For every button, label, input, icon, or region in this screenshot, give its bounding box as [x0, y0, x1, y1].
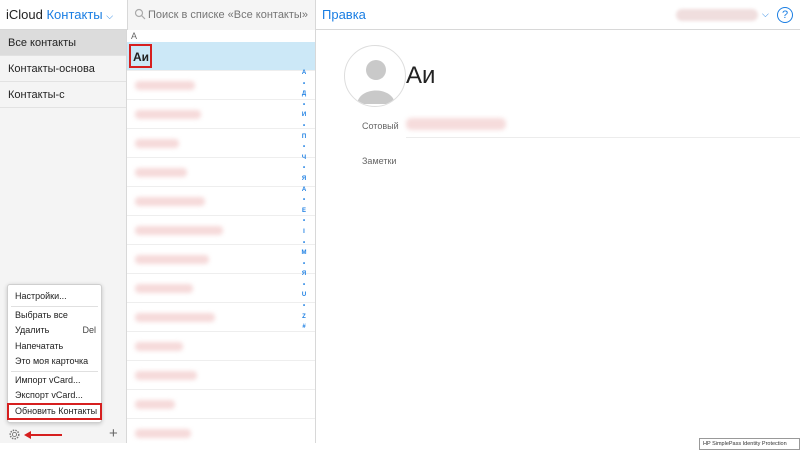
chevron-down-icon: ⌵	[106, 11, 114, 21]
list-item[interactable]	[127, 332, 315, 361]
menu-item-refresh-contacts[interactable]: Обновить Контакты	[7, 402, 102, 420]
index-letter[interactable]: Я	[297, 174, 311, 185]
list-item[interactable]	[127, 361, 315, 390]
contact-detail: Аи Сотовый Заметки	[316, 30, 800, 443]
avatar	[344, 45, 406, 107]
index-letter[interactable]: I	[297, 227, 311, 238]
highlight-box	[129, 44, 152, 68]
list-item[interactable]	[127, 100, 315, 129]
list-item[interactable]	[127, 303, 315, 332]
app-name: Контакты	[46, 7, 103, 22]
menu-item-preferences[interactable]: Настройки...	[8, 289, 101, 305]
list-item[interactable]	[127, 245, 315, 274]
list-item[interactable]	[127, 419, 315, 443]
menu-item-select-all[interactable]: Выбрать все	[8, 308, 101, 324]
sidebar-item-all-contacts[interactable]: Все контакты	[0, 30, 126, 56]
index-letter[interactable]: U	[297, 290, 311, 301]
index-letter[interactable]: Д	[297, 89, 311, 100]
list-item-selected[interactable]: Аи	[127, 42, 315, 71]
list-item[interactable]	[127, 216, 315, 245]
menu-separator	[11, 305, 98, 307]
index-letter[interactable]: Ч	[297, 153, 311, 164]
index-letter[interactable]: •	[297, 280, 311, 291]
index-letter[interactable]: •	[297, 259, 311, 270]
index-letter[interactable]: И	[297, 110, 311, 121]
list-item[interactable]	[127, 71, 315, 100]
person-icon	[357, 60, 395, 104]
search-icon	[134, 8, 146, 20]
mobile-value[interactable]	[406, 118, 506, 130]
index-letter[interactable]: Z	[297, 312, 311, 323]
index-letter[interactable]: •	[297, 79, 311, 90]
shortcut-label: Del	[82, 325, 96, 335]
menu-separator	[11, 370, 98, 372]
menu-item-import-vcard[interactable]: Импорт vCard...	[8, 373, 101, 389]
index-letter[interactable]: #	[297, 322, 311, 333]
edit-button[interactable]: Правка	[322, 7, 366, 22]
menu-item-export-vcard[interactable]: Экспорт vCard...	[8, 388, 101, 404]
index-letter[interactable]: •	[297, 163, 311, 174]
settings-menu: Настройки... Выбрать все Удалить Del Нап…	[7, 284, 102, 423]
gear-icon[interactable]	[8, 428, 21, 441]
menu-item-my-card[interactable]: Это моя карточка	[8, 354, 101, 370]
arrow-left-icon	[24, 431, 62, 439]
index-letter[interactable]: E	[297, 206, 311, 217]
index-letter[interactable]: •	[297, 216, 311, 227]
index-letter[interactable]: •	[297, 142, 311, 153]
help-button[interactable]: ?	[777, 7, 793, 23]
index-letter[interactable]: А	[297, 185, 311, 196]
search-input[interactable]	[148, 6, 313, 24]
list-item[interactable]	[127, 390, 315, 419]
mobile-label: Сотовый	[362, 121, 399, 131]
contact-list: А Аи	[127, 30, 316, 443]
list-item[interactable]	[127, 187, 315, 216]
tooltip: HP SimplePass Identity Protection	[699, 438, 800, 450]
index-letter[interactable]: •	[297, 121, 311, 132]
index-letter[interactable]: •	[297, 195, 311, 206]
divider	[406, 137, 800, 138]
search-bar	[127, 0, 316, 30]
index-letter[interactable]: •	[297, 238, 311, 249]
menu-item-delete[interactable]: Удалить Del	[8, 323, 101, 339]
list-item[interactable]	[127, 129, 315, 158]
index-letter[interactable]: •	[297, 301, 311, 312]
index-letter[interactable]: А	[297, 68, 311, 79]
menu-item-label: Удалить	[15, 325, 50, 335]
alphabet-index[interactable]: А • Д • И • П • Ч • Я А • E • I • M • Я • U • Z #	[297, 68, 311, 333]
chevron-down-icon[interactable]: ⌵	[762, 9, 769, 20]
notes-label: Заметки	[362, 156, 397, 166]
top-bar: iCloud Контакты ⌵ Правка ⌵ ?	[0, 0, 800, 30]
section-header: А	[131, 31, 138, 41]
index-letter[interactable]: •	[297, 100, 311, 111]
account-menu[interactable]	[676, 9, 758, 21]
sidebar-item-contacts-s[interactable]: Контакты-с	[0, 82, 126, 108]
contact-name-heading: Аи	[406, 62, 436, 89]
list-item[interactable]	[127, 158, 315, 187]
add-contact-button[interactable]: +	[109, 425, 118, 442]
menu-item-print[interactable]: Напечатать	[8, 339, 101, 355]
index-letter[interactable]: M	[297, 248, 311, 259]
list-item[interactable]	[127, 274, 315, 303]
index-letter[interactable]: Я	[297, 269, 311, 280]
app-switcher[interactable]: iCloud Контакты ⌵	[6, 7, 113, 22]
brand-label: iCloud	[6, 7, 43, 22]
sidebar-item-contacts-base[interactable]: Контакты-основа	[0, 56, 126, 82]
index-letter[interactable]: П	[297, 132, 311, 143]
